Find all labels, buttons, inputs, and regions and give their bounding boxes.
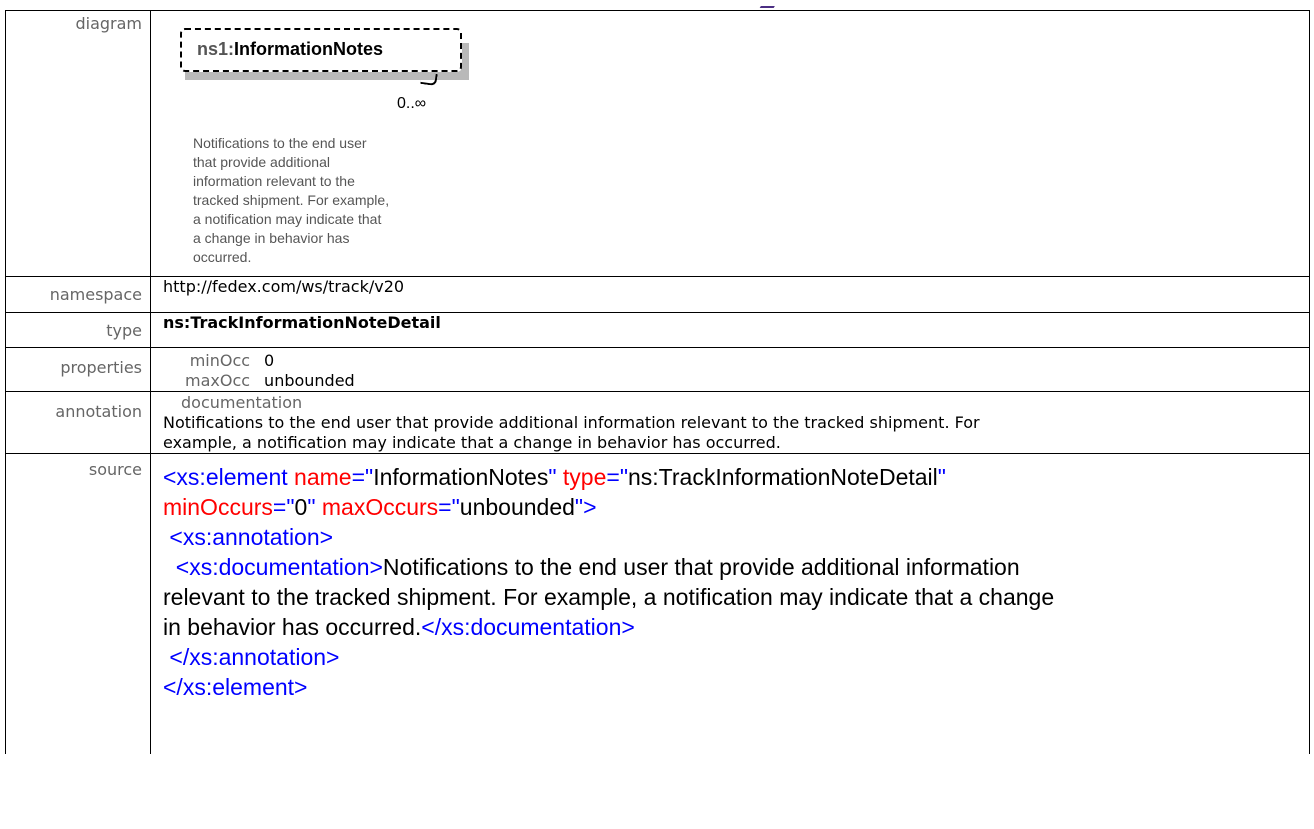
element-name[interactable]: ns1:InformationNotes [197,39,383,60]
src-attr: minOccurs [163,494,273,520]
annotation-cell: documentation Notifications to the end u… [150,391,1310,454]
src-attr: name [294,464,352,490]
src-tag: </xs:documentation> [421,614,635,640]
src-tag: </xs:element> [163,674,308,700]
element-diagram: ns1:InformationNotes 0..∞ Notifications … [151,11,1309,276]
minocc-value: 0 [264,351,275,370]
occurrence-label: 0..∞ [397,95,427,112]
element-prefix: ns1: [197,39,235,59]
type-label: type [5,312,151,348]
diagram-doc-line: tracked shipment. For example, [193,192,390,208]
diagram-cell: ns1:InformationNotes 0..∞ Notifications … [150,10,1310,277]
src-text: Notifications to the end user that provi… [382,554,1020,580]
src-tag: <xs:element [163,464,295,490]
minocc-key: minOcc [189,351,251,370]
maxocc-value: unbounded [264,371,355,390]
diagram-doc-line: information relevant to the [193,173,355,189]
diagram-label: diagram [5,10,151,277]
annotation-heading: documentation [181,393,303,412]
src-text: relevant to the tracked shipment. For ex… [163,584,1055,610]
source-row: source <xs:element name="InformationNote… [5,453,1310,754]
src-tag: </xs:annotation> [163,644,340,670]
src-tag: <xs:annotation> [163,524,334,550]
src-value: 0 [294,494,308,520]
diagram-doc-line: occurred. [193,249,252,265]
source-label: source [5,453,151,754]
properties-grid: minOcc 0 maxOcc unbounded [185,348,355,391]
src-text: in behavior has occurred. [163,614,422,640]
src-punct: =" [606,464,628,490]
type-row: type ns:TrackInformationNoteDetail [5,312,1310,348]
namespace-value: http://fedex.com/ws/track/v20 [150,276,1310,313]
src-value: unbounded [459,494,575,520]
source-code: <xs:element name="InformationNotes" type… [163,454,1309,702]
src-value: InformationNotes [373,464,549,490]
source-cell: <xs:element name="InformationNotes" type… [150,453,1310,754]
annotation-line: example, a notification may indicate tha… [163,433,781,452]
connector-hook [420,71,438,87]
annotation-label: annotation [5,391,151,454]
properties-cell: minOcc 0 maxOcc unbounded [150,347,1310,392]
src-punct: =" [438,494,460,520]
diagram-documentation: Notifications to the end user that provi… [193,134,493,267]
annotation-line: Notifications to the end user that provi… [163,413,980,432]
properties-label: properties [5,347,151,392]
top-fragment [0,0,1314,10]
clipped-heading-fragment [759,0,779,8]
diagram-doc-line: Notifications to the end user [193,135,367,151]
diagram-doc-line: a change in behavior has [193,230,350,246]
src-attr: type [562,464,607,490]
maxocc-key: maxOcc [185,371,251,390]
properties-row: properties minOcc 0 maxOcc unbounded [5,347,1310,392]
namespace-label: namespace [5,276,151,313]
src-punct: =" [272,494,295,520]
src-punct: " [548,464,563,490]
src-tag: <xs:documentation> [163,554,383,580]
src-value: ns:TrackInformationNoteDetail [628,464,938,490]
namespace-row: namespace http://fedex.com/ws/track/v20 [5,276,1310,313]
src-punct: "> [574,494,597,520]
src-punct: " [307,494,322,520]
annotation-row: annotation documentation Notifications t… [5,391,1310,454]
diagram-row: diagram ns1:InformationNotes 0..∞ Notifi… [5,10,1310,277]
diagram-doc-line: that provide additional [193,154,330,170]
diagram-doc-line: a notification may indicate that [193,211,382,227]
element-documentation-table: diagram ns1:InformationNotes 0..∞ Notifi… [5,10,1310,754]
src-punct: =" [351,464,374,490]
src-attr: maxOccurs [321,494,439,520]
src-punct: " [937,464,946,490]
annotation-text: Notifications to the end user that provi… [163,413,1309,453]
element-local-name: InformationNotes [234,39,384,59]
type-value-link[interactable]: ns:TrackInformationNoteDetail [150,312,1310,348]
